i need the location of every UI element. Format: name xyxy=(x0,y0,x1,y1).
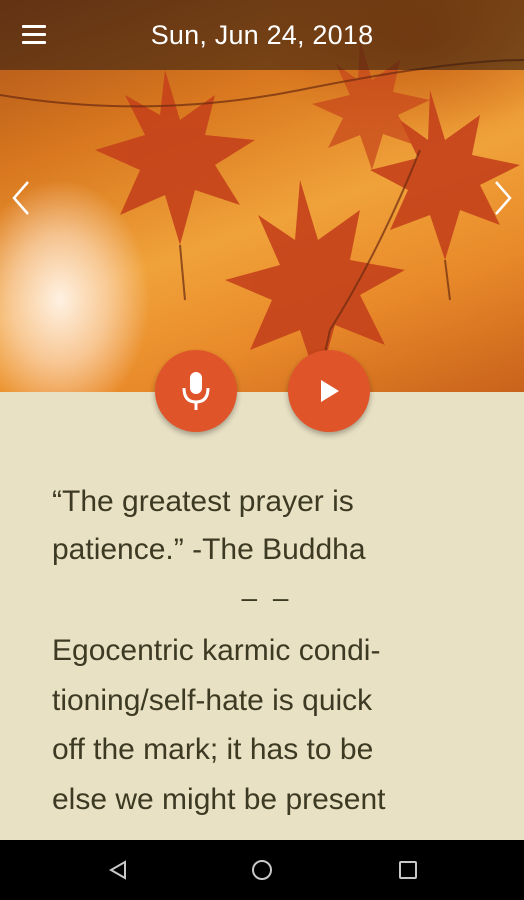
recent-apps-square-icon xyxy=(399,861,417,879)
section-divider: – – xyxy=(241,582,293,613)
system-navigation-bar xyxy=(0,840,524,900)
quote-text: “The greatest prayer is patience.” -The … xyxy=(52,485,366,566)
home-circle-icon xyxy=(252,860,272,880)
hamburger-menu-icon[interactable] xyxy=(22,25,48,47)
back-triangle-icon xyxy=(108,860,126,880)
chevron-right-icon xyxy=(495,181,512,215)
microphone-icon xyxy=(182,372,210,410)
reading-line: off the mark; it has to be xyxy=(52,733,374,766)
next-day-button[interactable] xyxy=(488,178,518,218)
daily-reading: “The greatest prayer is patience.” -The … xyxy=(52,478,482,824)
app-header: Sun, Jun 24, 2018 xyxy=(0,0,524,70)
previous-day-button[interactable] xyxy=(6,178,36,218)
play-audio-button[interactable] xyxy=(288,350,370,432)
daily-hero-image: Sun, Jun 24, 2018 xyxy=(0,0,524,392)
date-title: Sun, Jun 24, 2018 xyxy=(150,19,374,50)
reading-line: Egocentric karmic condi- xyxy=(52,634,381,667)
reading-line: else we might be present xyxy=(52,782,386,816)
reading-body: Egocentric karmic condi- tioning/self-ha… xyxy=(52,626,472,824)
reading-line: tioning/self-hate is quick xyxy=(52,683,373,717)
chevron-left-icon xyxy=(12,181,29,215)
nav-back-button[interactable] xyxy=(106,858,130,882)
nav-recent-apps-button[interactable] xyxy=(396,858,420,882)
play-icon xyxy=(321,380,339,402)
nav-home-button[interactable] xyxy=(250,858,274,882)
record-audio-button[interactable] xyxy=(155,350,237,432)
